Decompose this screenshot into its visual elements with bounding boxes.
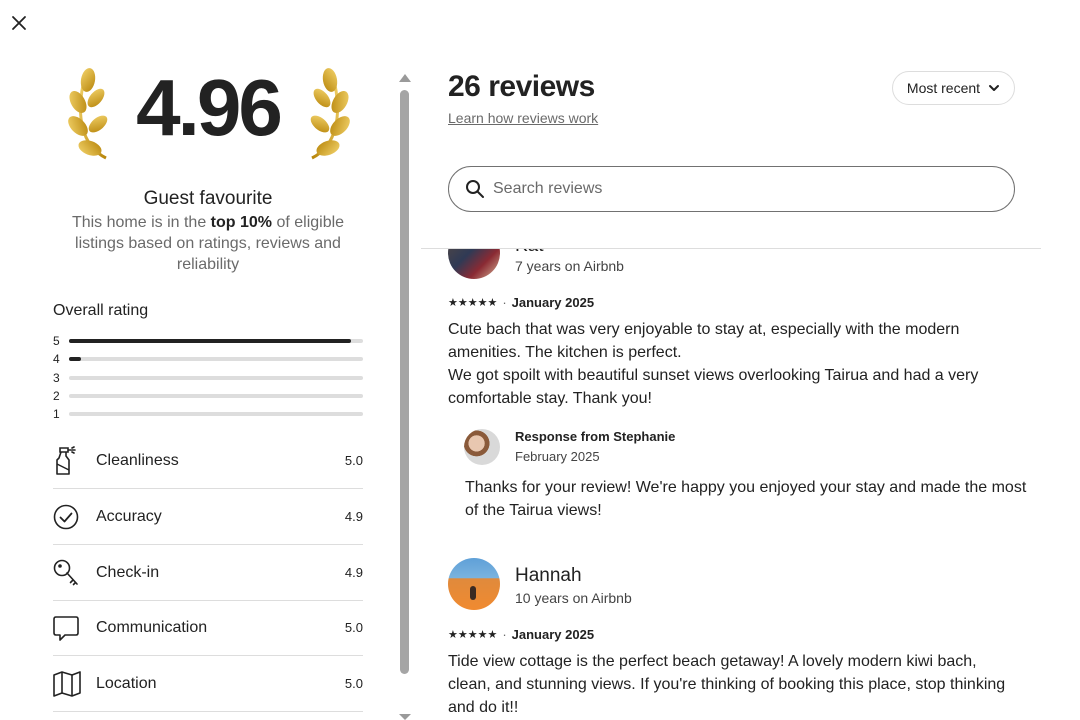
category-label: Communication [96, 618, 208, 636]
scroll-down-arrow-icon[interactable] [399, 714, 411, 720]
chevron-down-icon [989, 85, 1000, 91]
histogram-star-label: 1 [53, 407, 60, 421]
summary-scrollbar[interactable] [398, 70, 412, 720]
overall-rating-title: Overall rating [53, 302, 149, 319]
review-text: Tide view cottage is the perfect beach g… [448, 653, 1006, 716]
histogram-track [69, 394, 363, 398]
reviews-count-title: 26 reviews [448, 70, 595, 103]
reviews-list[interactable]: Kat 7 years on Airbnb ★★★★★ · January 20… [421, 249, 1041, 720]
category-label: Accuracy [96, 507, 162, 525]
category-row-cleanliness: Cleanliness 5.0 [53, 433, 363, 489]
histogram-row-4: 4 [53, 352, 363, 366]
category-score: 5.0 [344, 620, 363, 635]
response-from: Response from Stephanie [515, 429, 676, 444]
category-label: Location [96, 674, 157, 692]
search-reviews-box[interactable] [448, 166, 1015, 212]
category-score: 4.9 [344, 565, 363, 580]
histogram-fill [69, 339, 352, 343]
histogram-track [69, 376, 363, 380]
histogram-star-label: 5 [53, 334, 60, 348]
histogram-track [69, 412, 363, 416]
histogram-fill [69, 357, 81, 361]
category-row-location: Location 5.0 [53, 656, 363, 712]
guest-favourite-description: This home is in the top 10% of eligible … [71, 214, 345, 273]
response-text: Thanks for your review! We're happy you … [465, 479, 1027, 519]
histogram-star-label: 4 [53, 352, 60, 366]
category-label: Check-in [96, 563, 160, 581]
histogram-track [69, 339, 363, 343]
scrollbar-thumb[interactable] [400, 90, 409, 674]
sort-dropdown-label: Most recent [906, 80, 981, 96]
reviewer-name[interactable]: Hannah [515, 565, 582, 587]
laurel-right-icon [310, 68, 350, 160]
histogram-row-2: 2 [53, 389, 363, 403]
reviewer-tenure: 10 years on Airbnb [515, 590, 632, 606]
histogram-row-5: 5 [53, 334, 363, 348]
search-input[interactable] [493, 180, 973, 198]
reviewer-tenure: 7 years on Airbnb [515, 258, 624, 274]
review-date: January 2025 [511, 627, 595, 642]
category-row-check-in: Check-in 4.9 [53, 545, 363, 601]
category-label: Cleanliness [96, 451, 179, 469]
histogram-row-3: 3 [53, 371, 363, 385]
histogram-track [69, 357, 363, 361]
reviewer-avatar[interactable] [448, 249, 500, 279]
category-row-accuracy: Accuracy 4.9 [53, 489, 363, 545]
histogram-row-1: 1 [53, 407, 363, 421]
category-score: 4.9 [344, 509, 363, 524]
category-score: 5.0 [344, 453, 363, 468]
star-rating-icon: ★★★★★ [448, 629, 498, 641]
learn-how-reviews-work-link[interactable]: Learn how reviews work [448, 110, 598, 126]
star-rating-icon: ★★★★★ [448, 297, 498, 309]
review-rating-date: ★★★★★ · January 2025 [448, 627, 595, 642]
review-text: Cute bach that was very enjoyable to sta… [448, 321, 979, 407]
sort-dropdown[interactable]: Most recent [892, 71, 1015, 105]
check-circle-icon [53, 501, 81, 533]
reviewer-name[interactable]: Kat [515, 249, 544, 257]
histogram-star-label: 2 [53, 389, 60, 403]
review-date: January 2025 [511, 295, 595, 310]
category-row-communication: Communication 5.0 [53, 600, 363, 656]
response-date: February 2025 [515, 449, 600, 464]
guest-favourite-title: Guest favourite [143, 188, 273, 209]
search-icon [466, 180, 484, 198]
key-icon [53, 557, 81, 589]
category-score: 5.0 [344, 676, 363, 691]
host-avatar [464, 429, 500, 465]
reviewer-avatar[interactable] [448, 558, 500, 610]
chat-bubble-icon [53, 612, 81, 644]
histogram-star-label: 3 [53, 371, 60, 385]
rating-summary-panel: 4.96 Guest favourite This home is in the… [0, 0, 400, 720]
spray-bottle-icon [53, 445, 81, 477]
map-icon [53, 668, 81, 700]
review-rating-date: ★★★★★ · January 2025 [448, 295, 595, 310]
person-silhouette-icon [470, 586, 476, 600]
scroll-up-arrow-icon[interactable] [399, 74, 411, 82]
